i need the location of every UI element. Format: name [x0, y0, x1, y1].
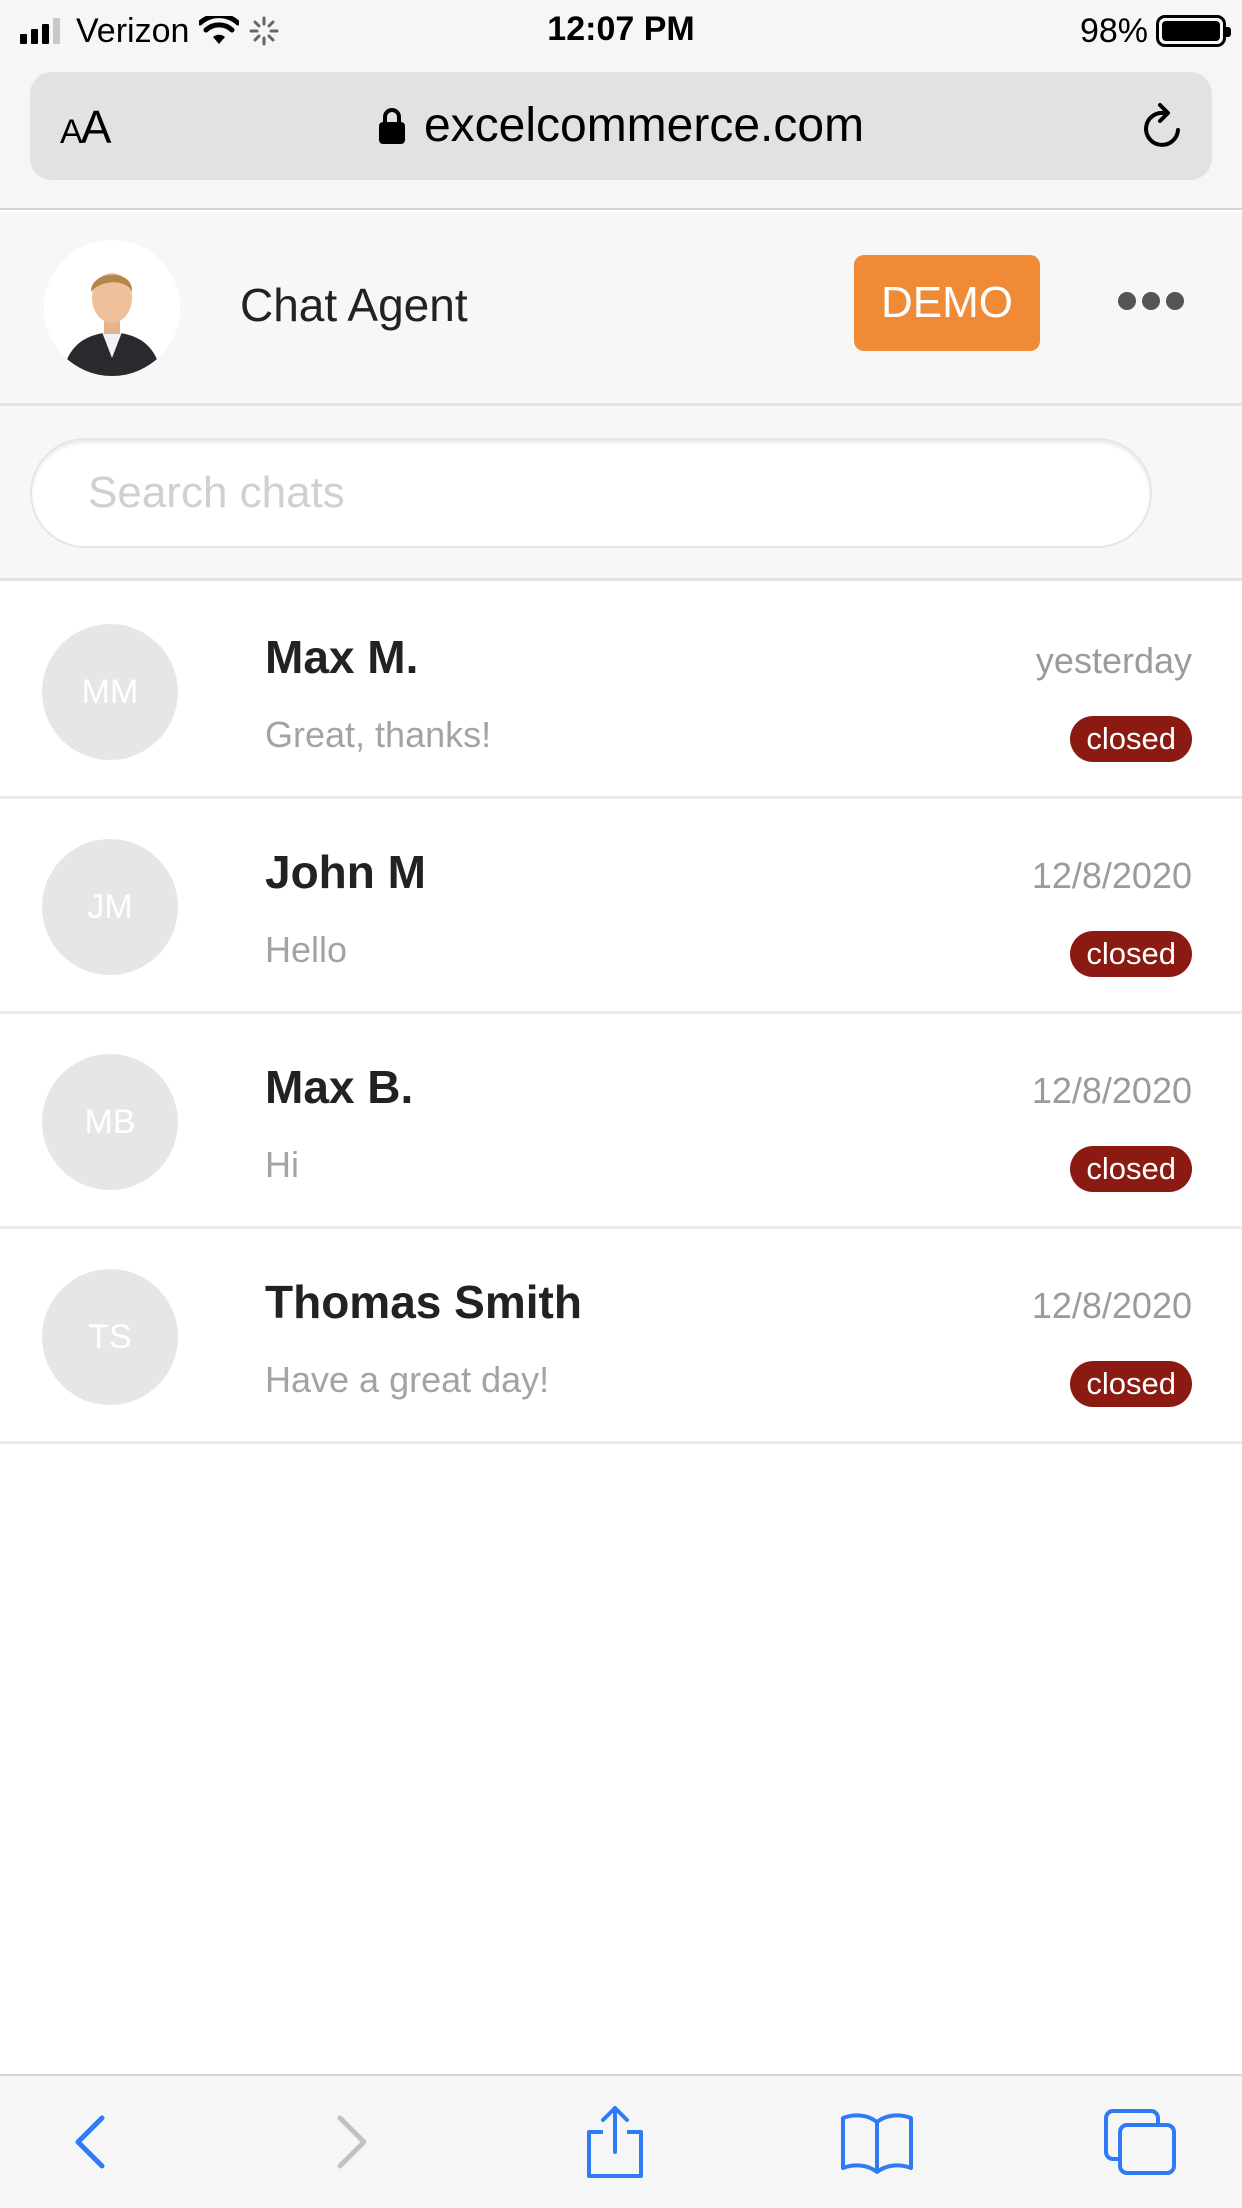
back-button[interactable]	[40, 2098, 140, 2186]
chat-date: 12/8/2020	[1031, 855, 1192, 896]
contact-name: John M	[265, 846, 426, 898]
contact-avatar: MM	[42, 624, 178, 760]
address-bar[interactable]: AA excelcommerce.com	[30, 72, 1212, 180]
clock: 12:07 PM	[547, 10, 695, 48]
status-badge: closed	[1070, 1146, 1192, 1192]
reload-icon[interactable]	[1138, 100, 1188, 154]
tabs-button[interactable]	[1090, 2098, 1190, 2186]
contact-avatar: JM	[42, 839, 178, 975]
last-message-preview: Hello	[265, 929, 348, 970]
agent-photo-icon	[44, 240, 180, 376]
agent-avatar[interactable]	[44, 240, 180, 376]
status-bar: Verizon 12:07 PM 98%	[0, 0, 1242, 62]
last-message-preview: Hi	[265, 1144, 299, 1185]
share-button[interactable]	[565, 2098, 665, 2186]
chat-list-item[interactable]: MB Max B. 12/8/2020 Hi closed	[0, 1014, 1242, 1229]
status-right: 98%	[1079, 10, 1231, 52]
contact-name: Max B.	[265, 1061, 414, 1113]
battery-icon	[1156, 15, 1231, 47]
more-icon[interactable]	[1118, 292, 1190, 310]
browser-address-area: AA excelcommerce.com	[0, 62, 1242, 210]
forward-button[interactable]	[302, 2098, 402, 2186]
chat-list: MM Max M. yesterday Great, thanks! close…	[0, 584, 1242, 1444]
screen: Verizon 12:07 PM 98% AA excelcommerce.co…	[0, 0, 1242, 2208]
url-text: excelcommerce.com	[423, 99, 865, 152]
chat-list-item[interactable]: JM John M 12/8/2020 Hello closed	[0, 799, 1242, 1014]
forward-icon	[337, 2115, 367, 2169]
contact-name: Max M.	[265, 631, 419, 683]
chat-date: 12/8/2020	[1031, 1070, 1192, 1111]
url-display[interactable]: excelcommerce.com	[30, 98, 1212, 153]
bookmarks-button[interactable]	[827, 2098, 927, 2186]
chat-date: yesterday	[1035, 640, 1192, 681]
last-message-preview: Great, thanks!	[265, 714, 492, 755]
lock-icon	[378, 107, 405, 144]
contact-name: Thomas Smith	[265, 1276, 582, 1328]
search-input[interactable]	[30, 438, 1152, 548]
contact-avatar: MB	[42, 1054, 178, 1190]
tabs-icon	[1104, 2109, 1176, 2175]
status-badge: closed	[1070, 931, 1192, 977]
chat-list-item[interactable]: TS Thomas Smith 12/8/2020 Have a great d…	[0, 1229, 1242, 1444]
status-badge: closed	[1070, 1361, 1192, 1407]
status-badge: closed	[1070, 716, 1192, 762]
chat-date: 12/8/2020	[1031, 1285, 1192, 1326]
back-icon	[75, 2115, 105, 2169]
agent-name: Chat Agent	[240, 279, 468, 331]
share-icon	[587, 2106, 643, 2178]
browser-toolbar	[0, 2074, 1242, 2208]
contact-avatar: TS	[42, 1269, 178, 1405]
chat-list-item[interactable]: MM Max M. yesterday Great, thanks! close…	[0, 584, 1242, 799]
bookmarks-icon	[841, 2113, 913, 2174]
battery-percent: 98%	[1079, 11, 1148, 50]
search-area	[0, 406, 1242, 581]
demo-button[interactable]: DEMO	[854, 255, 1040, 351]
app-header: Chat Agent DEMO	[0, 212, 1242, 406]
last-message-preview: Have a great day!	[265, 1359, 550, 1400]
